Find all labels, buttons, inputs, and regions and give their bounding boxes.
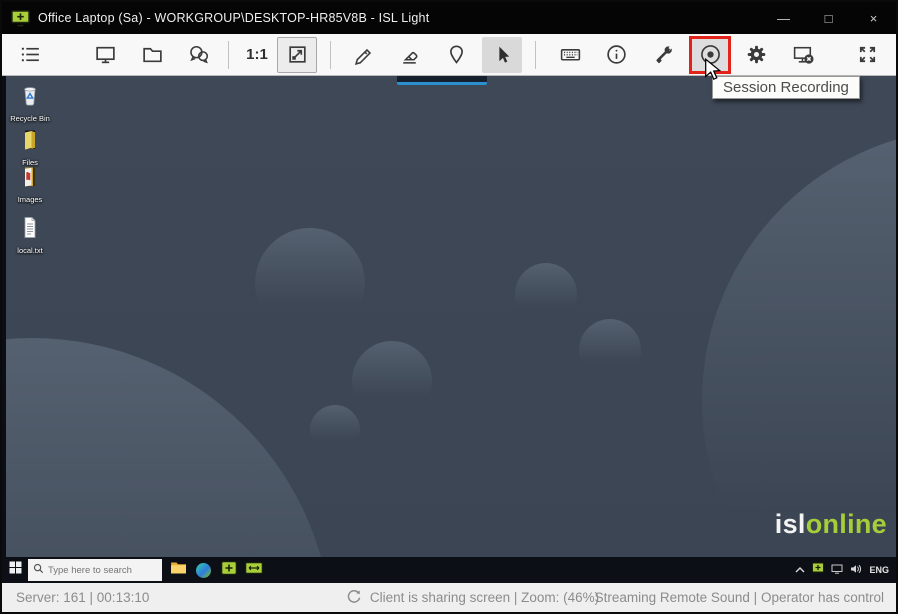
disconnect-button[interactable] (783, 37, 823, 73)
system-tray: ENG (795, 557, 896, 583)
refresh-icon (347, 589, 362, 607)
text-file-icon (17, 215, 43, 245)
gear-icon (745, 43, 768, 66)
desktop-icon-label: local.txt (17, 246, 42, 255)
isl-app-icon (11, 10, 30, 27)
taskbar-isl-session[interactable] (241, 557, 266, 583)
search-icon (33, 561, 44, 579)
start-button[interactable] (2, 557, 28, 583)
isl-light-window: Office Laptop (Sa) - WORKGROUP\DESKTOP-H… (0, 0, 898, 614)
tray-language[interactable]: ENG (869, 565, 889, 575)
monitor-button[interactable] (85, 37, 125, 73)
logo-isl: isl (775, 509, 806, 539)
pencil-icon (352, 43, 375, 66)
fit-to-screen-button[interactable] (277, 37, 317, 73)
fullscreen-arrows-icon (856, 43, 879, 66)
session-recording-tooltip: Session Recording (712, 76, 860, 99)
desktop-icon-files[interactable]: Files (5, 128, 55, 167)
mouse-cursor-icon (704, 58, 721, 87)
info-icon (605, 43, 628, 66)
desktop-icon-recycle-bin[interactable]: Recycle Bin (5, 83, 55, 123)
desktop-icon-label: Recycle Bin (10, 114, 50, 123)
minimize-button[interactable]: — (761, 2, 806, 34)
wallpaper-sphere (515, 263, 577, 325)
toolbar-divider (535, 41, 536, 69)
eraser-icon (398, 43, 421, 66)
cursor-arrow-icon (491, 43, 514, 66)
remote-taskbar: ENG (2, 557, 896, 583)
tools-button[interactable] (643, 37, 683, 73)
session-menu-button[interactable] (10, 37, 50, 73)
wallpaper-sphere (702, 128, 896, 557)
wallpaper-sphere (352, 341, 432, 421)
select-cursor-button[interactable] (482, 37, 522, 73)
wallpaper-sphere (310, 405, 360, 455)
tray-isl-icon[interactable] (812, 561, 824, 579)
toolbar-pulldown-tab[interactable] (397, 76, 487, 85)
status-sharing-zoom: Client is sharing screen | Zoom: (46%) (347, 589, 599, 607)
remote-desktop-view: Recycle Bin Files Images (2, 76, 896, 557)
toolbar-divider (330, 41, 331, 69)
wallpaper-sphere (2, 338, 332, 557)
location-pin-icon (445, 43, 468, 66)
toolbar: 1:1 (2, 34, 896, 76)
status-sound-control: Streaming Remote Sound | Operator has co… (595, 590, 896, 605)
draw-button[interactable] (343, 37, 383, 73)
desktop-icon-label: Images (18, 195, 43, 204)
tray-chevron-up-icon[interactable] (795, 561, 805, 579)
desktop-icon-local-txt[interactable]: local.txt (5, 215, 55, 255)
wallpaper-sphere (579, 319, 641, 381)
keyboard-icon (559, 43, 582, 66)
status-server-time: Server: 161 | 00:13:10 (2, 590, 149, 605)
tools-icon (652, 43, 675, 66)
recycle-bin-icon (17, 83, 43, 113)
isl-session-taskbar-icon (245, 561, 263, 579)
images-folder-icon (17, 165, 43, 194)
wallpaper-sphere (255, 228, 365, 338)
close-button[interactable]: × (851, 2, 896, 34)
one-to-one-label: 1:1 (246, 46, 268, 63)
chat-button[interactable] (178, 37, 218, 73)
tray-speaker-icon[interactable] (850, 561, 862, 579)
edge-browser-icon (196, 563, 211, 578)
menu-list-icon (19, 43, 42, 66)
toolbar-divider (228, 41, 229, 69)
fullscreen-button[interactable] (847, 37, 887, 73)
status-bar: Server: 161 | 00:13:10 Client is sharing… (2, 583, 896, 612)
pointer-pin-button[interactable] (436, 37, 476, 73)
monitor-disconnect-icon (792, 43, 815, 66)
taskbar-edge[interactable] (191, 557, 216, 583)
window-title: Office Laptop (Sa) - WORKGROUP\DESKTOP-H… (38, 11, 429, 25)
chat-bubbles-icon (187, 43, 210, 66)
windows-logo-icon (9, 561, 22, 579)
folder-icon (141, 43, 164, 66)
title-bar: Office Laptop (Sa) - WORKGROUP\DESKTOP-H… (2, 2, 896, 34)
islonline-logo: islonline (775, 509, 887, 540)
tray-network-icon[interactable] (831, 561, 843, 579)
taskbar-file-explorer[interactable] (166, 557, 191, 583)
isl-light-taskbar-icon (221, 561, 237, 580)
fit-screen-icon (286, 43, 309, 66)
one-to-one-zoom-button[interactable]: 1:1 (237, 37, 277, 73)
taskbar-search[interactable] (28, 559, 162, 581)
erase-button[interactable] (389, 37, 429, 73)
files-folder-icon (17, 128, 43, 157)
keyboard-button[interactable] (550, 37, 590, 73)
info-button[interactable] (596, 37, 636, 73)
maximize-button[interactable]: □ (806, 2, 851, 34)
taskbar-isl-light[interactable] (216, 557, 241, 583)
file-transfer-button[interactable] (132, 37, 172, 73)
monitor-icon (94, 43, 117, 66)
status-sharing-zoom-text: Client is sharing screen | Zoom: (46%) (370, 590, 599, 605)
window-controls: — □ × (761, 2, 896, 34)
search-input[interactable] (48, 565, 157, 576)
settings-button[interactable] (736, 37, 776, 73)
desktop-icon-images[interactable]: Images (5, 165, 55, 204)
file-explorer-icon (170, 560, 187, 580)
logo-online: online (806, 509, 887, 539)
